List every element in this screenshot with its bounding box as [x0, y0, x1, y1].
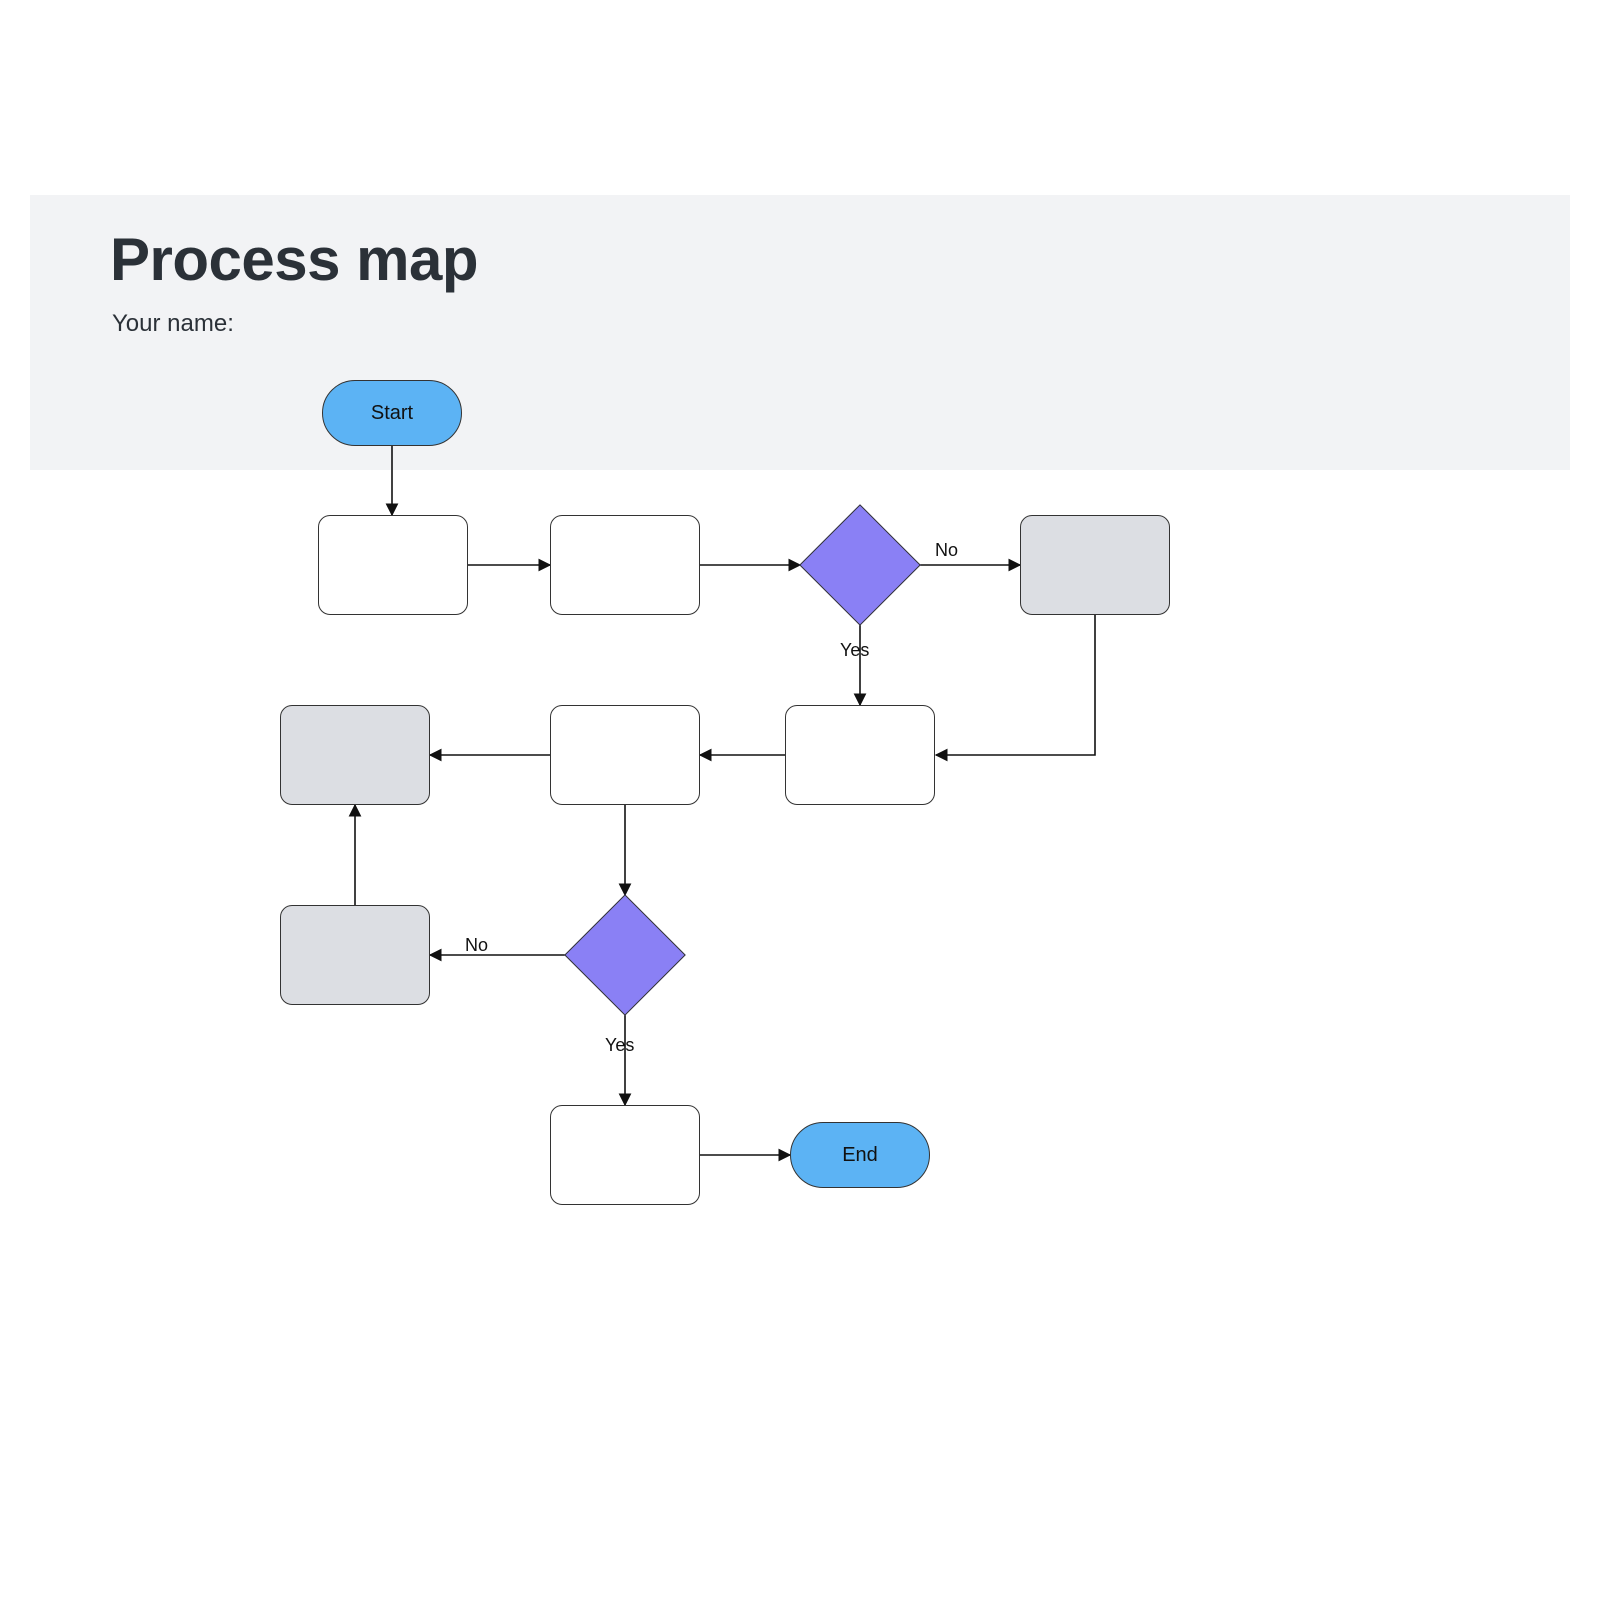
decision-1 — [800, 505, 920, 625]
process-6-shaded — [280, 705, 430, 805]
process-2 — [550, 515, 700, 615]
terminator-start: Start — [322, 380, 462, 446]
edge-label-d1-no: No — [935, 540, 958, 561]
process-7-shaded — [280, 905, 430, 1005]
edge-label-d2-yes: Yes — [605, 1035, 634, 1056]
flowchart-canvas: Start End No Yes No Yes — [30, 195, 1570, 1395]
diamond-icon — [564, 894, 686, 1016]
diamond-icon — [799, 504, 921, 626]
terminator-end-label: End — [842, 1144, 878, 1167]
terminator-start-label: Start — [371, 402, 413, 425]
decision-2 — [565, 895, 685, 1015]
edge-label-d1-yes: Yes — [840, 640, 869, 661]
process-3-shaded — [1020, 515, 1170, 615]
process-1 — [318, 515, 468, 615]
process-4 — [785, 705, 935, 805]
process-8 — [550, 1105, 700, 1205]
process-5 — [550, 705, 700, 805]
terminator-end: End — [790, 1122, 930, 1188]
edge-label-d2-no: No — [465, 935, 488, 956]
